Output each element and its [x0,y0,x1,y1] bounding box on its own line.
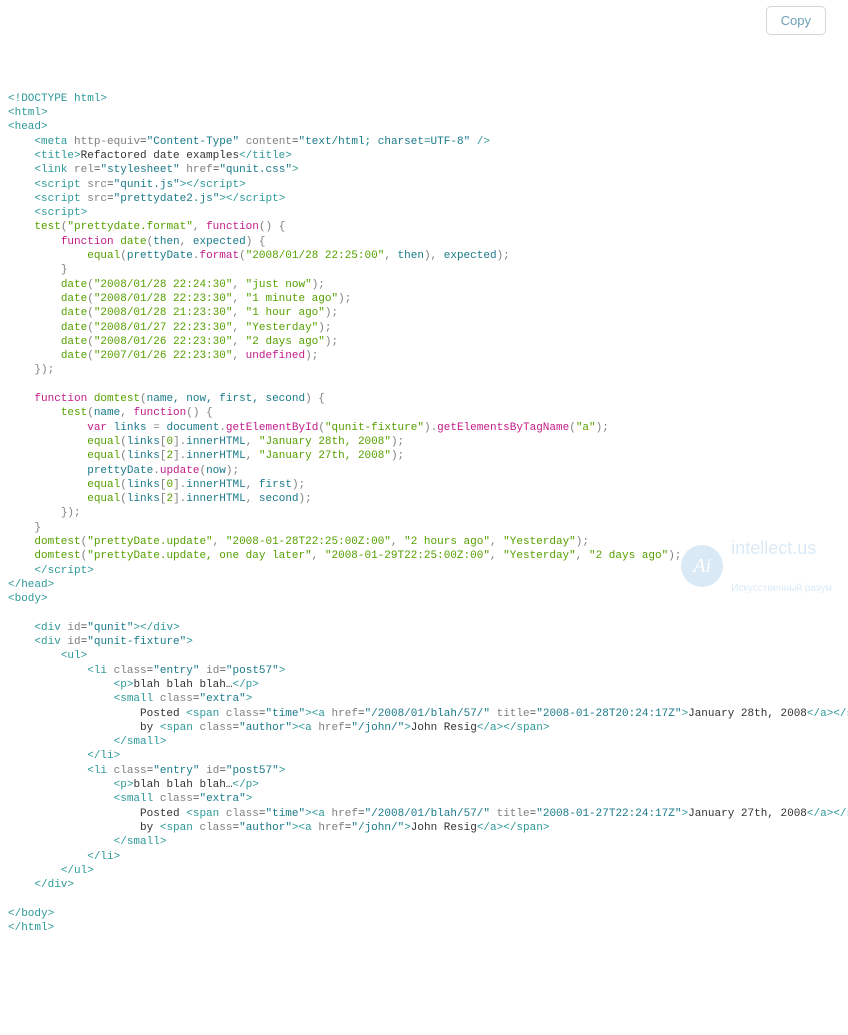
code-block: <!DOCTYPE html> <html> <head> <meta http… [8,92,840,936]
copy-button[interactable]: Copy [766,6,826,35]
